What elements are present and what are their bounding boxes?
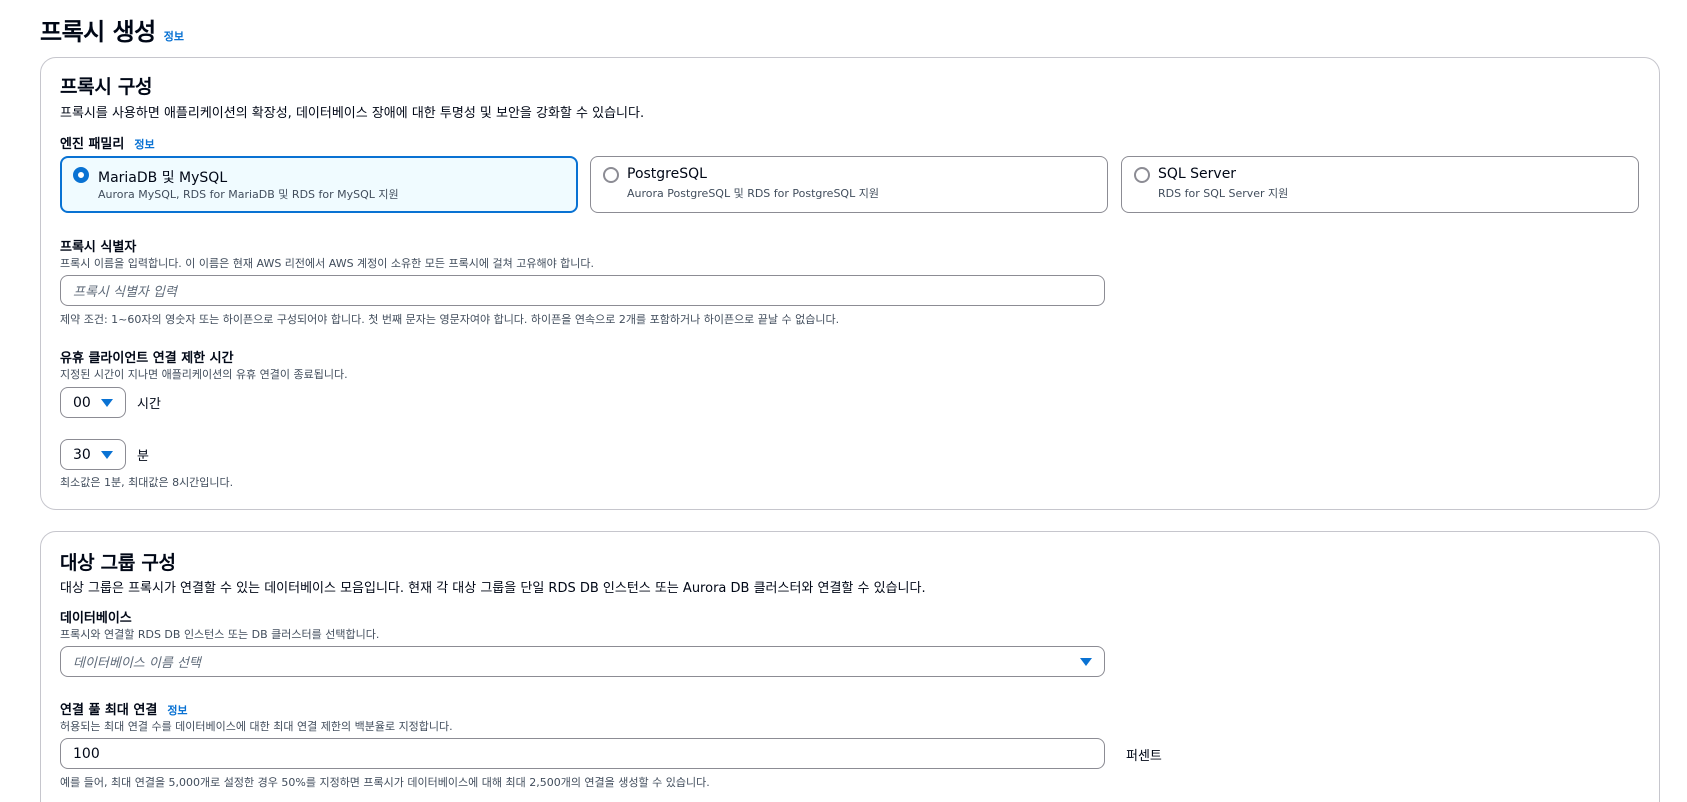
caret-down-icon (1080, 657, 1092, 666)
max-connections-unit: 퍼센트 (1126, 749, 1162, 764)
engine-option-postgresql[interactable]: PostgreSQL Aurora PostgreSQL 및 RDS for P… (590, 156, 1108, 213)
max-connections-label: 연결 풀 최대 연결 (60, 703, 158, 718)
engine-option-mysql[interactable]: MariaDB 및 MySQL Aurora MySQL, RDS for Ma… (60, 156, 578, 213)
max-connections-description: 허용되는 최대 연결 수를 데이터베이스에 대한 최대 연결 제한의 백분율로 … (60, 720, 453, 733)
engine-option-title: MariaDB 및 MySQL (98, 170, 228, 186)
target-group-title: 대상 그룹 구성 (60, 552, 176, 574)
proxy-identifier-input[interactable]: 프록시 식별자 입력 (60, 275, 1105, 306)
minutes-value: 30 (73, 446, 91, 463)
engine-family-info-link[interactable]: 정보 (134, 136, 154, 152)
proxy-identifier-label: 프록시 식별자 (60, 240, 137, 255)
page-info-link[interactable]: 정보 (164, 28, 184, 44)
target-group-description: 대상 그룹은 프록시가 연결할 수 있는 데이터베이스 모음입니다. 현재 각 … (60, 581, 926, 596)
radio-icon[interactable] (603, 167, 619, 183)
page-header: 프록시 생성 정보 (40, 12, 184, 47)
proxy-identifier-placeholder: 프록시 식별자 입력 (73, 285, 177, 300)
radio-icon[interactable] (1134, 167, 1150, 183)
database-select[interactable]: 데이터베이스 이름 선택 (60, 646, 1105, 677)
caret-down-icon (101, 450, 113, 459)
proxy-identifier-description: 프록시 이름을 입력합니다. 이 이름은 현재 AWS 리전에서 AWS 계정이… (60, 257, 595, 270)
database-description: 프록시와 연결할 RDS DB 인스턴스 또는 DB 클러스터를 선택합니다. (60, 628, 380, 641)
idle-timeout-hint: 최소값은 1분, 최대값은 8시간입니다. (60, 476, 234, 489)
max-connections-hint: 예를 들어, 최대 연결을 5,000개로 설정한 경우 50%를 지정하면 프… (60, 776, 710, 789)
engine-option-subtitle: Aurora PostgreSQL 및 RDS for PostgreSQL 지… (627, 187, 879, 200)
idle-timeout-hours-select[interactable]: 00 (60, 387, 126, 418)
max-connections-info-link[interactable]: 정보 (167, 702, 187, 718)
engine-family-label-row: 엔진 패밀리 정보 (60, 133, 155, 152)
max-connections-value: 100 (73, 745, 100, 762)
engine-option-title: PostgreSQL (627, 166, 707, 182)
engine-option-sqlserver[interactable]: SQL Server RDS for SQL Server 지원 (1121, 156, 1639, 213)
proxy-identifier-constraint: 제약 조건: 1~60자의 영숫자 또는 하이픈으로 구성되어야 합니다. 첫 … (60, 313, 840, 326)
max-connections-input[interactable]: 100 (60, 738, 1105, 769)
proxy-config-description: 프록시를 사용하면 애플리케이션의 확장성, 데이터베이스 장애에 대한 투명성… (60, 106, 645, 121)
hours-value: 00 (73, 394, 91, 411)
idle-timeout-minutes-select[interactable]: 30 (60, 439, 126, 470)
engine-option-subtitle: RDS for SQL Server 지원 (1158, 187, 1289, 200)
engine-family-label: 엔진 패밀리 (60, 137, 125, 152)
max-connections-label-row: 연결 풀 최대 연결 정보 (60, 699, 188, 718)
database-label: 데이터베이스 (60, 611, 132, 626)
hours-unit: 시간 (137, 397, 161, 412)
radio-icon[interactable] (73, 167, 89, 183)
engine-option-title: SQL Server (1158, 166, 1237, 182)
idle-timeout-description: 지정된 시간이 지나면 애플리케이션의 유휴 연결이 종료됩니다. (60, 368, 348, 381)
minutes-unit: 분 (137, 449, 149, 464)
idle-timeout-label: 유휴 클라이언트 연결 제한 시간 (60, 351, 234, 366)
target-group-panel: 대상 그룹 구성 대상 그룹은 프록시가 연결할 수 있는 데이터베이스 모음입… (40, 531, 1660, 802)
engine-option-subtitle: Aurora MySQL, RDS for MariaDB 및 RDS for … (98, 188, 399, 201)
proxy-config-panel: 프록시 구성 프록시를 사용하면 애플리케이션의 확장성, 데이터베이스 장애에… (40, 57, 1660, 510)
page-title: 프록시 생성 (40, 18, 156, 46)
proxy-config-title: 프록시 구성 (60, 76, 153, 98)
caret-down-icon (101, 398, 113, 407)
database-placeholder: 데이터베이스 이름 선택 (73, 656, 201, 671)
